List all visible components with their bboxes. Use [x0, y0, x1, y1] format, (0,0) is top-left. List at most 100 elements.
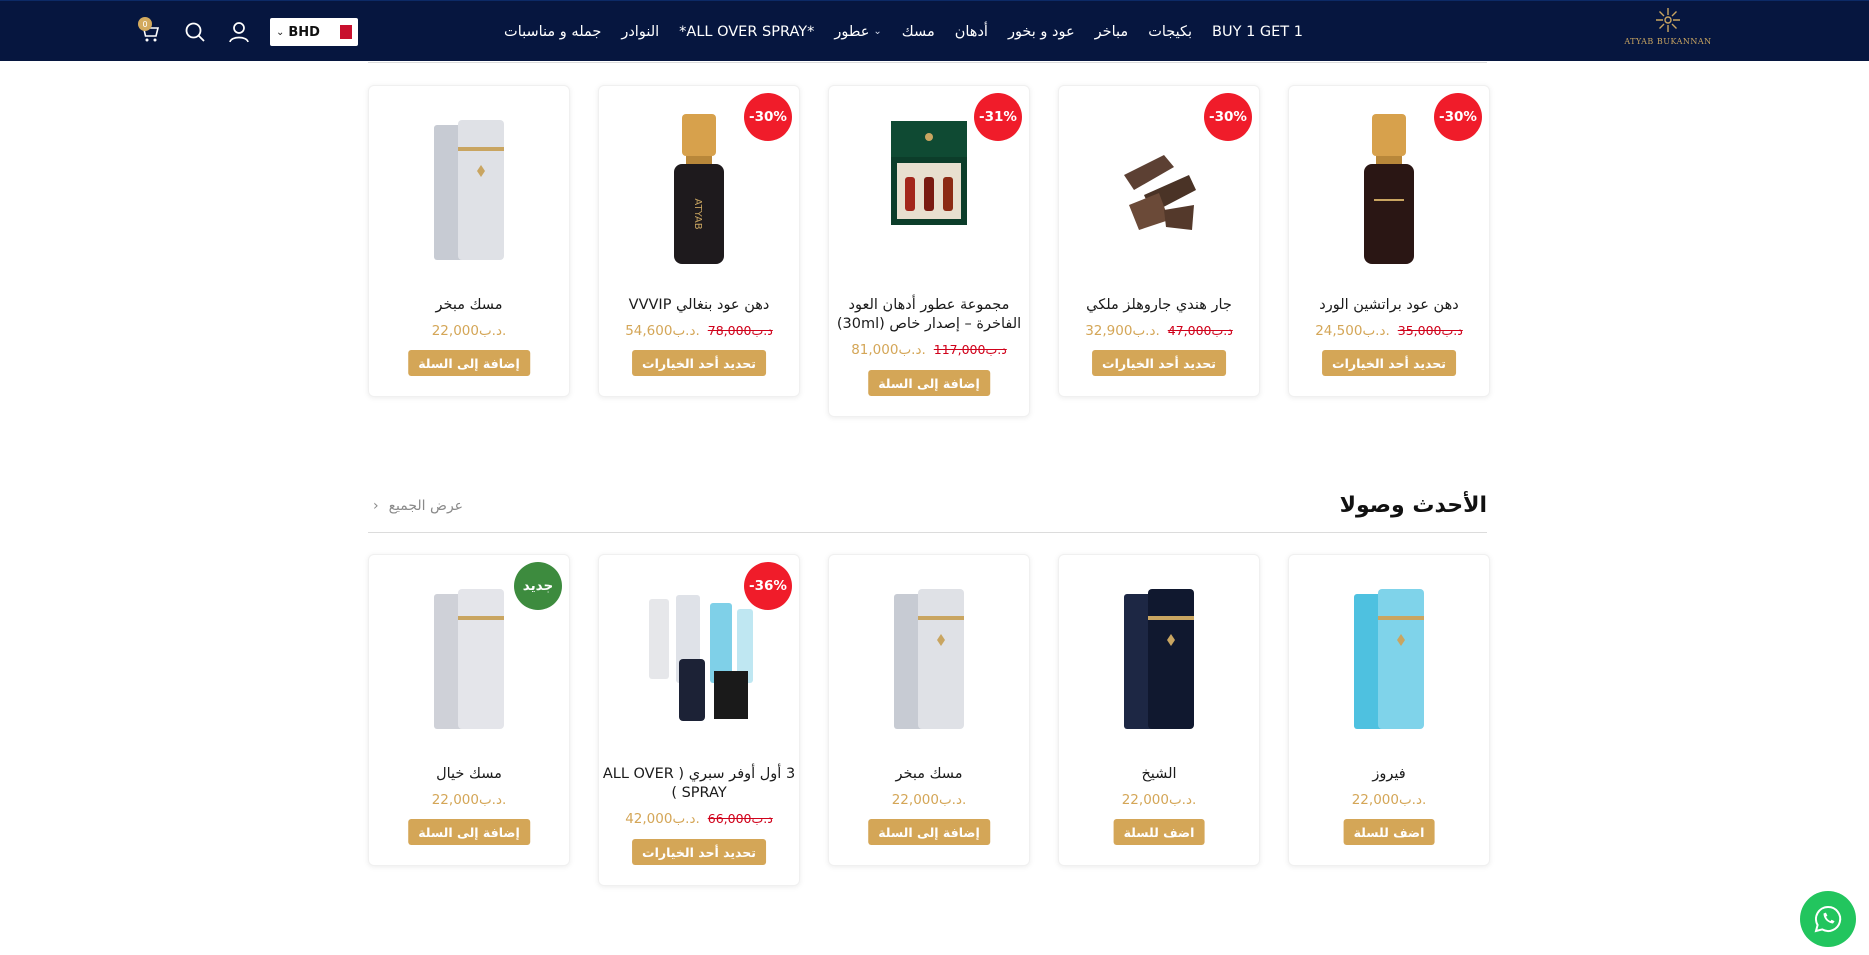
nav-label: جمله و مناسبات	[504, 23, 602, 40]
current-price: 22,000د.ب.	[431, 323, 507, 339]
product-name[interactable]: دهن عود بنغالي VVVIP	[601, 296, 797, 315]
nav-item-oud-incense[interactable]: عود و بخور	[998, 24, 1085, 40]
new-badge: جديد	[514, 562, 562, 610]
incense-wood-image	[1124, 155, 1196, 230]
currency-code: BHD	[288, 24, 320, 40]
product-name[interactable]: مسك مبخر	[371, 296, 567, 315]
view-all-link[interactable]: › عرض الجميع	[373, 498, 463, 514]
product-name[interactable]: 3 أول أوفر سبري ( ALL OVER SPRAY )	[601, 765, 797, 803]
old-price: 117,000د.ب	[933, 342, 1007, 357]
svg-text:ATYAB: ATYAB	[692, 198, 703, 229]
site-logo[interactable]: ATYAB BUKANNAN	[1624, 6, 1711, 58]
product-card[interactable]: -31% مجموعة عطور أدهان العود الفاخرة – إ…	[828, 85, 1030, 417]
current-price: 42,000د.ب.	[625, 811, 700, 827]
site-header: ATYAB BUKANNAN BUY 1 GET 1 بكيجات مباخر …	[0, 0, 1869, 61]
musk-bottle-image	[434, 589, 504, 729]
chevron-down-icon: ⌄	[873, 26, 882, 37]
gift-box-image	[891, 121, 967, 225]
old-price: 78,000د.ب	[707, 323, 773, 338]
add-to-cart-button[interactable]: اضف للسلة	[1113, 819, 1205, 845]
old-price: 47,000د.ب	[1167, 323, 1233, 338]
product-name[interactable]: فيروز	[1291, 765, 1487, 784]
product-name[interactable]: دهن عود براتشين الورد	[1291, 296, 1487, 315]
nav-item-all-over-spray[interactable]: *ALL OVER SPRAY*	[669, 24, 824, 40]
product-image[interactable]	[1289, 563, 1489, 755]
current-price: 22,000د.ب.	[431, 792, 507, 808]
add-to-cart-button[interactable]: إضافة إلى السلة	[408, 819, 530, 845]
nav-label: النوادر	[621, 23, 660, 40]
select-options-button[interactable]: تحديد أحد الخيارات	[1092, 350, 1226, 376]
product-card[interactable]: -30% جار هندي جاروهلز ملكي 32,900د.ب. 47…	[1058, 85, 1260, 397]
currency-selector[interactable]: ⌄ BHD	[270, 18, 358, 46]
nav-item-perfumes[interactable]: عطور ⌄	[824, 24, 891, 40]
select-options-button[interactable]: تحديد أحد الخيارات	[632, 350, 766, 376]
add-to-cart-button[interactable]: إضافة إلى السلة	[408, 350, 530, 376]
price-row: 32,900د.ب. 47,000د.ب	[1059, 323, 1259, 339]
nav-label: أدهان	[954, 23, 988, 40]
search-button[interactable]	[182, 19, 208, 45]
nav-label: BUY 1 GET 1	[1212, 23, 1303, 40]
logo-emblem-icon	[1656, 8, 1680, 32]
nav-label: *ALL OVER SPRAY*	[679, 23, 815, 40]
product-card[interactable]: -36% 3 أول أوفر سبري ( ALL OVER SPRAY ) …	[598, 554, 800, 886]
price-row: 24,500د.ب. 35,000د.ب	[1289, 323, 1489, 339]
product-name[interactable]: جار هندي جاروهلز ملكي	[1061, 296, 1257, 315]
nav-item-musk[interactable]: مسك	[892, 24, 945, 40]
product-card[interactable]: الشيخ 22,000د.ب. اضف للسلة	[1058, 554, 1260, 866]
search-icon	[185, 22, 205, 42]
nav-label: مسك	[901, 23, 935, 40]
cart-count-badge: 0	[138, 17, 152, 31]
current-price: 81,000د.ب.	[851, 342, 926, 358]
discount-badge: -36%	[744, 562, 792, 610]
product-name[interactable]: مجموعة عطور أدهان العود الفاخرة – إصدار …	[831, 296, 1027, 334]
product-card[interactable]: -30% ATYAB دهن عود بنغالي VVVIP 54,600د.…	[598, 85, 800, 397]
product-name[interactable]: الشيخ	[1061, 765, 1257, 784]
spray-set-image	[649, 595, 753, 721]
view-all-label: عرض الجميع	[388, 498, 464, 514]
product-image[interactable]	[369, 94, 569, 286]
oil-bottle-image	[1364, 114, 1414, 264]
product-name[interactable]: مسك خيال	[371, 765, 567, 784]
section-title: الأحدث وصولا	[1339, 493, 1487, 518]
price-row: 22,000د.ب.	[1059, 792, 1259, 808]
discount-badge: -30%	[1434, 93, 1482, 141]
product-card[interactable]: -30% دهن عود براتشين الورد 24,500د.ب. 35…	[1288, 85, 1490, 397]
add-to-cart-button[interactable]: إضافة إلى السلة	[868, 370, 990, 396]
add-to-cart-button[interactable]: اضف للسلة	[1343, 819, 1435, 845]
product-card[interactable]: مسك مبخر 22,000د.ب. إضافة إلى السلة	[368, 85, 570, 397]
cart-button[interactable]: 0	[136, 17, 162, 45]
price-row: 42,000د.ب. 66,000د.ب	[599, 811, 799, 827]
discount-badge: -31%	[974, 93, 1022, 141]
nav-item-oils[interactable]: أدهان	[945, 24, 998, 40]
nav-item-rarities[interactable]: النوادر	[611, 24, 669, 40]
product-card[interactable]: مسك مبخر 22,000د.ب. إضافة إلى السلة	[828, 554, 1030, 866]
product-image[interactable]	[1059, 563, 1259, 755]
discount-badge: -30%	[744, 93, 792, 141]
current-price: 54,600د.ب.	[625, 323, 700, 339]
select-options-button[interactable]: تحديد أحد الخيارات	[632, 839, 766, 865]
add-to-cart-button[interactable]: إضافة إلى السلة	[868, 819, 990, 845]
nav-item-packages[interactable]: بكيجات	[1138, 24, 1202, 40]
nav-item-burners[interactable]: مباخر	[1085, 24, 1139, 40]
select-options-button[interactable]: تحديد أحد الخيارات	[1322, 350, 1456, 376]
product-card[interactable]: جديد مسك خيال 22,000د.ب. إضافة إلى السلة	[368, 554, 570, 866]
musk-bottle-image	[434, 120, 504, 260]
account-button[interactable]	[226, 19, 252, 45]
current-price: 22,000د.ب.	[1121, 792, 1197, 808]
user-icon	[229, 22, 249, 43]
product-name[interactable]: مسك مبخر	[831, 765, 1027, 784]
price-row: 81,000د.ب. 117,000د.ب	[829, 342, 1029, 358]
nav-item-buy1get1[interactable]: BUY 1 GET 1	[1202, 24, 1313, 40]
product-image[interactable]	[829, 563, 1029, 755]
price-row: 22,000د.ب.	[1289, 792, 1489, 808]
nav-item-wholesale-events[interactable]: جمله و مناسبات	[494, 24, 611, 40]
current-price: 22,000د.ب.	[1351, 792, 1427, 808]
price-row: 22,000د.ب.	[829, 792, 1029, 808]
discount-badge: -30%	[1204, 93, 1252, 141]
product-card[interactable]: فيروز 22,000د.ب. اضف للسلة	[1288, 554, 1490, 866]
nav-label: عطور	[834, 23, 870, 40]
old-price: 35,000د.ب	[1397, 323, 1463, 338]
oil-bottle-image: ATYAB	[674, 114, 724, 264]
whatsapp-chat-button[interactable]	[1800, 891, 1856, 947]
turquoise-spray-bottle-image	[1354, 589, 1424, 729]
